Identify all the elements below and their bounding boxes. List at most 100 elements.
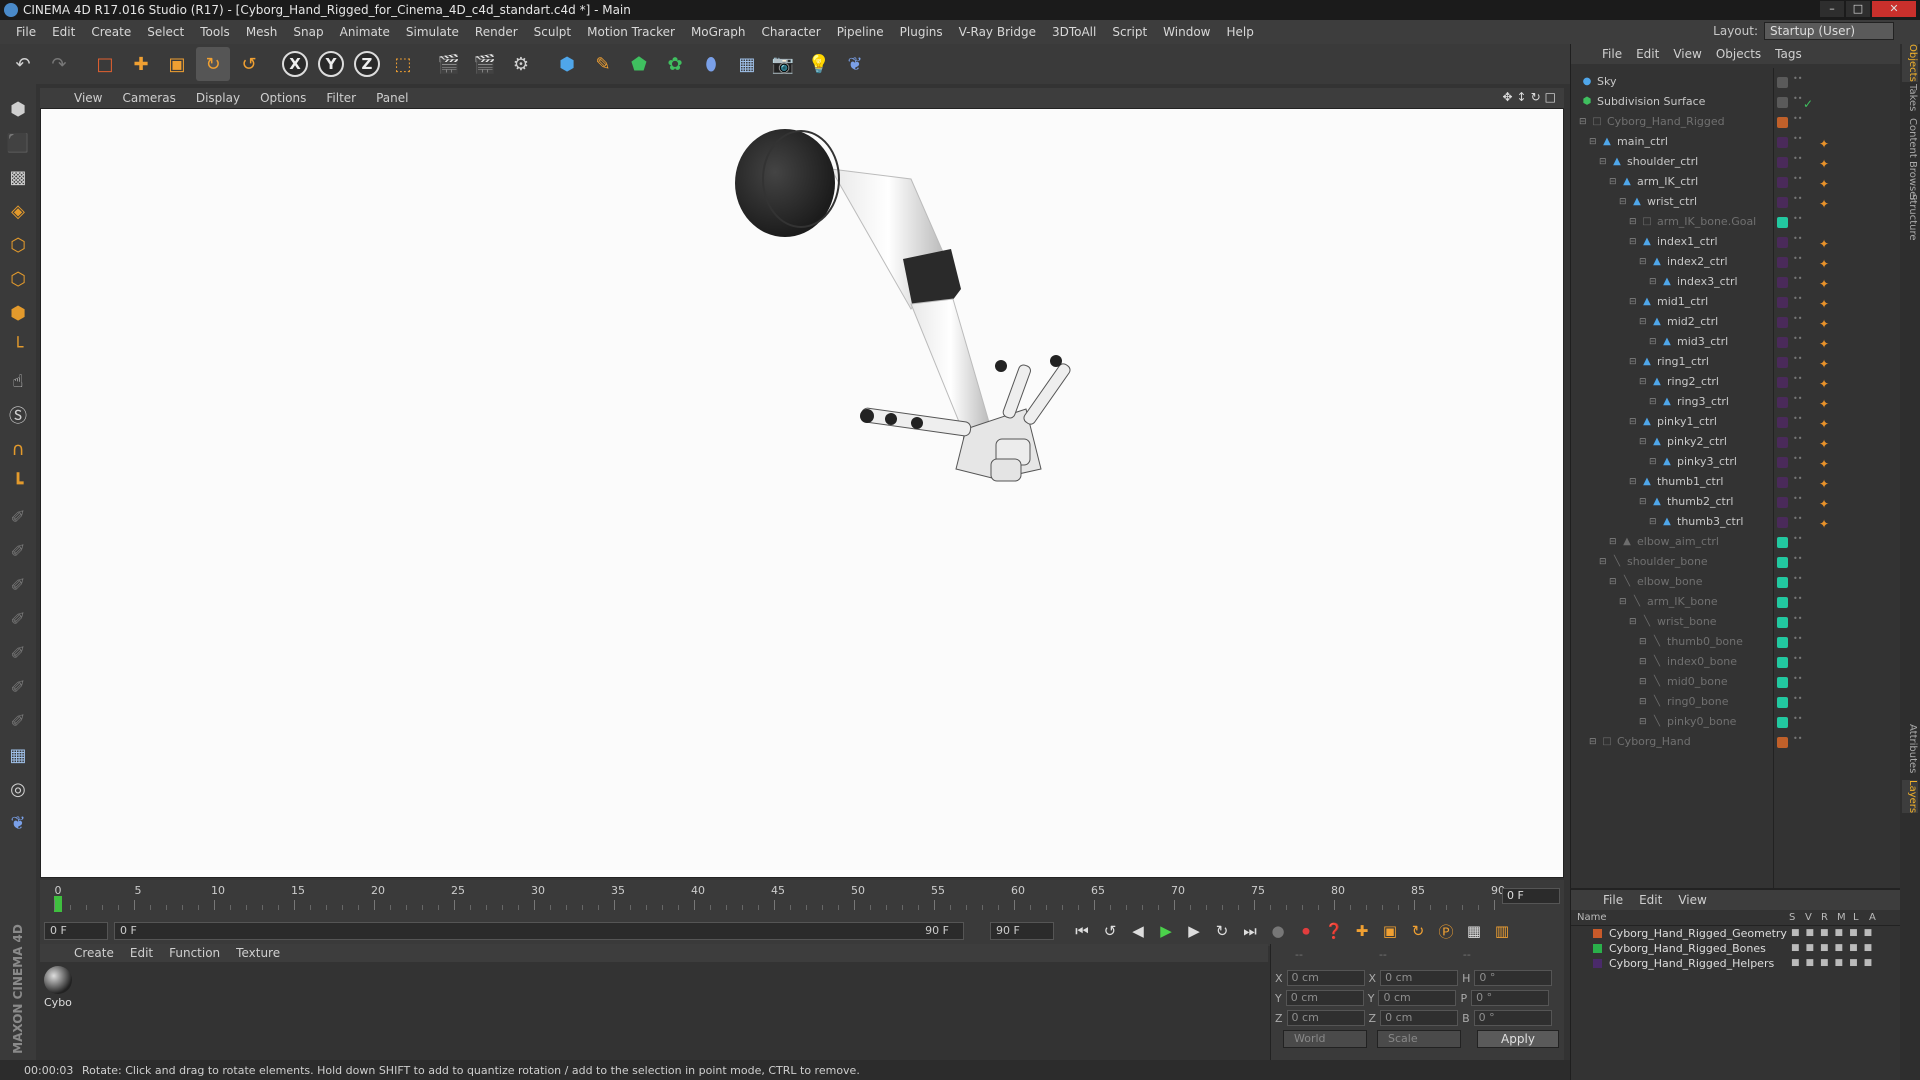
object-row[interactable]: ⊟ ▲ index2_ctrl •• ✦ xyxy=(1571,252,1901,272)
layer-render-toggle-icon[interactable]: ■ xyxy=(1820,926,1829,941)
object-tag-icon[interactable]: ✦ xyxy=(1819,174,1829,194)
menu-item-file[interactable]: File xyxy=(8,25,44,39)
layer-color-tag[interactable] xyxy=(1777,577,1788,588)
sculpt-flatten-icon[interactable]: ✐ xyxy=(3,672,33,702)
object-menu-item-tags[interactable]: Tags xyxy=(1768,47,1809,61)
menu-item-motion-tracker[interactable]: Motion Tracker xyxy=(579,25,683,39)
object-row[interactable]: ⊟ □ Cyborg_Hand •• xyxy=(1571,732,1901,752)
object-tag-icon[interactable]: ✦ xyxy=(1819,434,1829,454)
expand-toggle-icon[interactable]: ⊟ xyxy=(1649,392,1657,412)
3d-viewport[interactable] xyxy=(40,108,1564,878)
subdivision-icon[interactable]: ⬟ xyxy=(622,47,656,81)
menu-item-snap[interactable]: Snap xyxy=(285,25,331,39)
object-tag-icon[interactable]: ✦ xyxy=(1819,154,1829,174)
object-row[interactable]: ⊟ ╲ ring0_bone •• xyxy=(1571,692,1901,712)
expand-toggle-icon[interactable]: ⊟ xyxy=(1639,672,1647,692)
layer-solo-toggle-icon[interactable]: ■ xyxy=(1791,926,1800,941)
z-axis-button[interactable]: Z xyxy=(350,47,384,81)
expand-toggle-icon[interactable]: ⊟ xyxy=(1589,732,1597,752)
expand-toggle-icon[interactable]: ⊟ xyxy=(1649,272,1657,292)
object-tag-icon[interactable]: ✓ xyxy=(1803,94,1813,114)
visibility-dots-icon[interactable]: •• xyxy=(1793,135,1802,148)
visibility-dots-icon[interactable]: •• xyxy=(1793,675,1802,688)
go-to-end-icon[interactable]: ⏭ xyxy=(1238,919,1262,943)
object-row[interactable]: ⊟ ╲ elbow_bone •• xyxy=(1571,572,1901,592)
expand-toggle-icon[interactable]: ⊟ xyxy=(1639,312,1647,332)
object-tag-icon[interactable]: ✦ xyxy=(1819,414,1829,434)
frame-ruler[interactable]: 0 5 10 15 20 25 30 35 40 45 50 55 60 65 70 75 80 85 90 xyxy=(54,882,1505,912)
object-row[interactable]: ⊟ ▲ index1_ctrl •• ✦ xyxy=(1571,232,1901,252)
visibility-dots-icon[interactable]: •• xyxy=(1793,295,1802,308)
object-tag-icon[interactable]: ✦ xyxy=(1819,374,1829,394)
object-tag-icon[interactable]: ✦ xyxy=(1819,314,1829,334)
visibility-dots-icon[interactable]: •• xyxy=(1793,395,1802,408)
visibility-dots-icon[interactable]: •• xyxy=(1793,255,1802,268)
visibility-dots-icon[interactable]: •• xyxy=(1793,195,1802,208)
layer-color-tag[interactable] xyxy=(1777,677,1788,688)
layer-color-tag[interactable] xyxy=(1777,737,1788,748)
minimize-button[interactable]: – xyxy=(1820,1,1844,17)
workplane-icon[interactable]: ◈ xyxy=(3,196,33,226)
object-row[interactable]: ⊟ ▲ mid2_ctrl •• ✦ xyxy=(1571,312,1901,332)
expand-toggle-icon[interactable]: ⊟ xyxy=(1609,172,1617,192)
menu-item-create[interactable]: Create xyxy=(83,25,139,39)
visibility-dots-icon[interactable]: •• xyxy=(1793,115,1802,128)
edges-mode-icon[interactable]: ⬡ xyxy=(3,264,33,294)
expand-toggle-icon[interactable]: ⊟ xyxy=(1629,212,1637,232)
object-tag-icon[interactable]: ✦ xyxy=(1819,134,1829,154)
polygons-mode-icon[interactable]: ⬢ xyxy=(3,298,33,328)
visibility-dots-icon[interactable]: •• xyxy=(1793,515,1802,528)
expand-toggle-icon[interactable]: ⊟ xyxy=(1589,132,1597,152)
position-x-field[interactable]: 0 cm xyxy=(1286,970,1365,986)
layer-color-tag[interactable] xyxy=(1777,697,1788,708)
end-frame-field[interactable]: 90 F xyxy=(990,922,1054,940)
key-parameter-icon[interactable]: Ⓟ xyxy=(1434,919,1458,943)
layer-menu-item-edit[interactable]: Edit xyxy=(1631,893,1670,907)
side-tab-structure[interactable]: Structure xyxy=(1902,194,1918,241)
layer-manager-toggle-icon[interactable]: ■ xyxy=(1835,926,1844,941)
layer-animation-toggle-icon[interactable]: ■ xyxy=(1864,941,1873,956)
previous-frame-icon[interactable]: ◀ xyxy=(1126,919,1150,943)
visibility-dots-icon[interactable]: •• xyxy=(1793,715,1802,728)
object-row[interactable]: ⊟ ╲ shoulder_bone •• xyxy=(1571,552,1901,572)
expand-toggle-icon[interactable]: ⊟ xyxy=(1599,552,1607,572)
expand-toggle-icon[interactable]: ⊟ xyxy=(1639,492,1647,512)
visibility-dots-icon[interactable]: •• xyxy=(1793,235,1802,248)
side-tab-takes[interactable]: Takes xyxy=(1902,84,1918,111)
object-row[interactable]: ⊟ ▲ pinky1_ctrl •• ✦ xyxy=(1571,412,1901,432)
size-y-field[interactable]: 0 cm xyxy=(1378,990,1457,1006)
layer-color-tag[interactable] xyxy=(1777,257,1788,268)
visibility-dots-icon[interactable]: •• xyxy=(1793,615,1802,628)
expand-toggle-icon[interactable]: ⊟ xyxy=(1629,412,1637,432)
rotate-view-icon[interactable]: ↻ xyxy=(1531,90,1541,104)
layer-color-tag[interactable] xyxy=(1777,557,1788,568)
position-z-field[interactable]: 0 cm xyxy=(1286,1010,1365,1026)
visibility-dots-icon[interactable]: •• xyxy=(1793,575,1802,588)
key-position-icon[interactable]: ✚ xyxy=(1350,919,1374,943)
object-row[interactable]: ⊟ ▲ wrist_ctrl •• ✦ xyxy=(1571,192,1901,212)
visibility-dots-icon[interactable]: •• xyxy=(1793,375,1802,388)
expand-toggle-icon[interactable]: ⊟ xyxy=(1649,512,1657,532)
light-icon[interactable]: 💡 xyxy=(802,47,836,81)
layer-row[interactable]: Cyborg_Hand_Rigged_Helpers ■ ■ ■ ■ ■ ■ xyxy=(1571,956,1900,971)
layer-animation-toggle-icon[interactable]: ■ xyxy=(1864,956,1873,971)
object-tag-icon[interactable]: ✦ xyxy=(1819,274,1829,294)
undo-icon[interactable]: ↶ xyxy=(6,47,40,81)
layer-color-swatch[interactable] xyxy=(1593,944,1602,953)
layer-animation-toggle-icon[interactable]: ■ xyxy=(1864,926,1873,941)
sculpt-grab-icon[interactable]: ✐ xyxy=(3,604,33,634)
expand-toggle-icon[interactable]: ⊟ xyxy=(1609,572,1617,592)
side-tab-layers[interactable]: Layers xyxy=(1902,780,1918,814)
viewport-menu-item-view[interactable]: View xyxy=(64,91,112,105)
object-row[interactable]: ⊟ ▲ thumb3_ctrl •• ✦ xyxy=(1571,512,1901,532)
object-row[interactable]: ⊟ ▲ mid3_ctrl •• ✦ xyxy=(1571,332,1901,352)
layer-color-tag[interactable] xyxy=(1777,457,1788,468)
sculpt-pull-icon[interactable]: ✐ xyxy=(3,536,33,566)
layer-menu-item-view[interactable]: View xyxy=(1670,893,1714,907)
menu-item-render[interactable]: Render xyxy=(467,25,526,39)
expand-toggle-icon[interactable]: ⊟ xyxy=(1629,472,1637,492)
layer-color-tag[interactable] xyxy=(1777,297,1788,308)
object-tag-icon[interactable]: ✦ xyxy=(1819,234,1829,254)
side-tab-content-browser[interactable]: Content Browser xyxy=(1902,118,1918,201)
material-menu-item-texture[interactable]: Texture xyxy=(228,946,288,960)
